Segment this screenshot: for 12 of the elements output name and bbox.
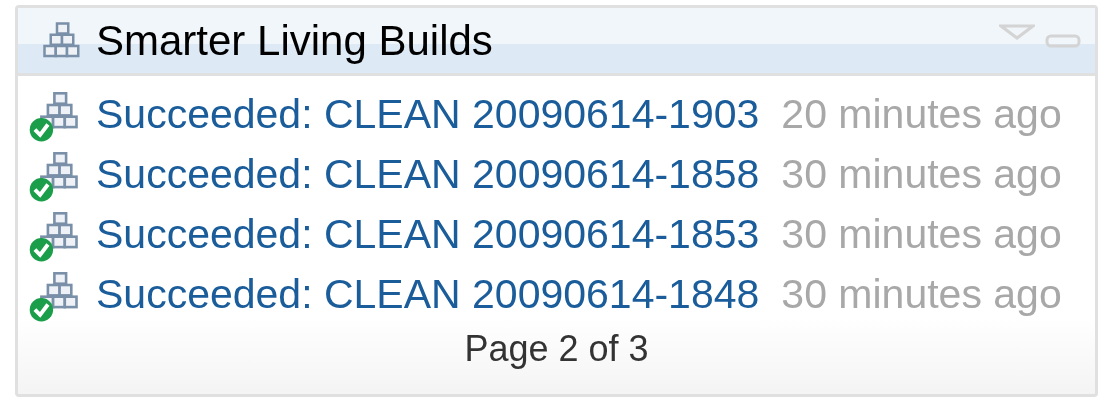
page-indicator: Page 2 of 3	[463, 328, 650, 370]
build-link[interactable]: Succeeded: CLEAN 20090614-1858	[96, 150, 760, 198]
build-time: 30 minutes ago	[781, 210, 1062, 258]
minimize-icon[interactable]	[1045, 34, 1081, 48]
build-time: 30 minutes ago	[781, 150, 1062, 198]
dropdown-icon[interactable]	[999, 24, 1035, 40]
build-link[interactable]: Succeeded: CLEAN 20090614-1853	[96, 210, 760, 258]
build-link[interactable]: Succeeded: CLEAN 20090614-1903	[96, 90, 760, 138]
panel-title: Smarter Living Builds	[96, 16, 493, 65]
build-time: 30 minutes ago	[781, 270, 1062, 318]
build-link[interactable]: Succeeded: CLEAN 20090614-1848	[96, 270, 760, 318]
build-time: 20 minutes ago	[781, 90, 1062, 138]
